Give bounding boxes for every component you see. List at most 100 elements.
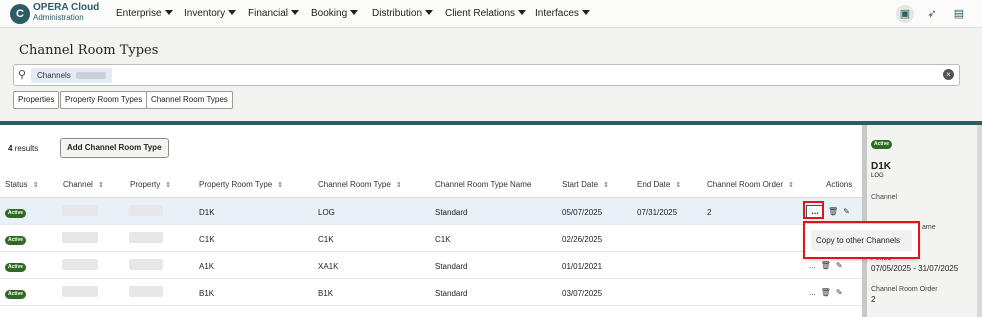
redacted-property — [129, 259, 163, 270]
chevron-down-icon — [518, 10, 527, 15]
sort-icon[interactable]: ⇕ — [788, 181, 794, 189]
detail-order-label: Channel Room Order — [871, 286, 938, 293]
sort-icon[interactable]: ⇕ — [277, 181, 283, 189]
delete-icon[interactable]: 🗑 — [821, 288, 831, 297]
redacted-channel — [62, 286, 98, 297]
brand-module: Administration — [33, 13, 84, 22]
edit-icon[interactable]: ✎ — [843, 207, 850, 216]
status-badge: Active — [5, 209, 27, 218]
end-date: 07/31/2025 — [637, 208, 678, 217]
nav-client-relations[interactable]: Client Relations — [445, 8, 527, 19]
sort-icon[interactable]: ⇕ — [165, 181, 171, 189]
col-status[interactable]: Status ⇕ — [5, 180, 39, 189]
col-property-room-type[interactable]: Property Room Type ⇕ — [199, 180, 283, 189]
sort-icon[interactable]: ⇕ — [603, 181, 609, 189]
status-badge: Active — [5, 236, 27, 245]
start-date: 05/07/2025 — [562, 208, 603, 217]
more-actions-button[interactable]: ... — [809, 261, 816, 270]
chevron-down-icon — [228, 10, 237, 15]
brand[interactable]: OPERA Cloud Administration — [33, 3, 99, 23]
search-bar[interactable]: ⚲ Channels × — [13, 64, 960, 86]
table-row[interactable]: Active C1K C1K C1K 02/26/2025 — [0, 225, 862, 252]
nav-inventory[interactable]: Inventory — [184, 8, 237, 19]
redacted-value — [75, 72, 106, 79]
highlight-box — [803, 221, 920, 259]
filter-properties-button[interactable]: Properties — [13, 91, 60, 109]
edit-icon[interactable]: ✎ — [836, 261, 843, 270]
chevron-down-icon — [425, 10, 434, 15]
property-room-type: C1K — [199, 235, 215, 244]
sort-icon[interactable]: ⇕ — [396, 181, 402, 189]
more-actions-button[interactable]: ... — [809, 288, 816, 297]
workstation-icon[interactable]: ▣ — [896, 5, 914, 23]
brand-name: OPERA Cloud — [33, 2, 100, 13]
channel-room-type-name: Standard — [435, 289, 468, 298]
row-actions: ... 🗑 ✎ — [809, 288, 848, 297]
channel-room-type-name: Standard — [435, 262, 468, 271]
edit-icon[interactable]: ✎ — [836, 288, 843, 297]
redacted-channel — [62, 259, 98, 270]
sort-icon[interactable]: ⇕ — [98, 181, 104, 189]
panel-edge — [977, 125, 982, 317]
col-start-date[interactable]: Start Date ⇕ — [562, 180, 609, 189]
sort-icon[interactable]: ⇕ — [33, 181, 39, 189]
rocket-icon[interactable]: ➶ — [923, 5, 941, 23]
property-room-type: D1K — [199, 208, 215, 217]
property-room-type: B1K — [199, 289, 215, 298]
table-row[interactable]: Active B1K B1K Standard 03/07/2025 ... 🗑 ✎ — [0, 279, 862, 306]
detail-name-label: ame — [922, 224, 936, 231]
channel-room-type: XA1K — [318, 262, 339, 271]
status-badge: Active — [5, 263, 27, 272]
table-row[interactable]: Active D1K LOG Standard 05/07/2025 07/31… — [0, 198, 862, 225]
col-property[interactable]: Property ⇕ — [130, 180, 171, 189]
channel-room-type: LOG — [318, 208, 335, 217]
row-actions: ... 🗑 ✎ — [809, 261, 848, 270]
detail-subtitle: LOG — [871, 173, 884, 179]
nav-financial[interactable]: Financial — [248, 8, 300, 19]
chevron-down-icon — [350, 10, 359, 15]
channel-room-type: B1K — [318, 289, 334, 298]
redacted-property — [129, 286, 163, 297]
nav-enterprise[interactable]: Enterprise — [116, 8, 173, 19]
detail-channel-label: Channel — [871, 194, 898, 201]
detail-order-value: 2 — [871, 295, 876, 304]
delete-icon[interactable]: 🗑 — [821, 261, 831, 270]
results-count: 4 results — [8, 144, 39, 153]
detail-title: D1K — [871, 161, 892, 172]
redacted-channel — [62, 205, 98, 216]
chevron-down-icon — [581, 10, 590, 15]
col-actions: Actions — [826, 180, 853, 189]
col-channel-room-type[interactable]: Channel Room Type ⇕ — [318, 180, 402, 189]
col-channel-room-order[interactable]: Channel Room Order ⇕ — [707, 180, 794, 189]
col-channel-room-type-name[interactable]: Channel Room Type Name — [435, 180, 531, 189]
page-title: Channel Room Types — [19, 43, 159, 58]
delete-icon[interactable]: 🗑 — [828, 207, 838, 216]
add-channel-room-type-button[interactable]: Add Channel Room Type — [60, 138, 169, 158]
nav-booking[interactable]: Booking — [311, 8, 359, 19]
channel-room-order: 2 — [707, 208, 712, 217]
opera-logo-icon[interactable]: C — [10, 4, 30, 24]
top-nav-bar: C OPERA Cloud Administration Enterprise … — [0, 0, 982, 28]
status-badge: Active — [871, 140, 893, 149]
results-panel: 4 results Add Channel Room Type Status ⇕ … — [0, 125, 862, 317]
nav-distribution[interactable]: Distribution — [372, 8, 434, 19]
detail-period-value: 07/05/2025 - 31/07/2025 — [871, 264, 959, 273]
filter-property-room-types-button[interactable]: Property Room Types — [60, 91, 148, 109]
chevron-down-icon — [291, 10, 300, 15]
messages-icon[interactable]: ▤ — [950, 5, 968, 23]
redacted-property — [129, 232, 163, 243]
col-end-date[interactable]: End Date ⇕ — [637, 180, 681, 189]
col-channel[interactable]: Channel ⇕ — [63, 180, 104, 189]
start-date: 03/07/2025 — [562, 289, 603, 298]
channels-filter-chip[interactable]: Channels — [31, 68, 112, 83]
table-row[interactable]: Active A1K XA1K Standard 01/01/2021 ... 🗑… — [0, 252, 862, 279]
chevron-down-icon — [164, 10, 173, 15]
highlight-box — [803, 201, 824, 219]
status-badge: Active — [5, 290, 27, 299]
search-icon: ⚲ — [18, 69, 27, 81]
filter-channel-room-types-button[interactable]: Channel Room Types — [146, 91, 233, 109]
nav-interfaces[interactable]: Interfaces — [535, 8, 590, 19]
sort-icon[interactable]: ⇕ — [675, 181, 681, 189]
channel-room-type-name: Standard — [435, 208, 468, 217]
clear-search-icon[interactable]: × — [943, 69, 954, 80]
